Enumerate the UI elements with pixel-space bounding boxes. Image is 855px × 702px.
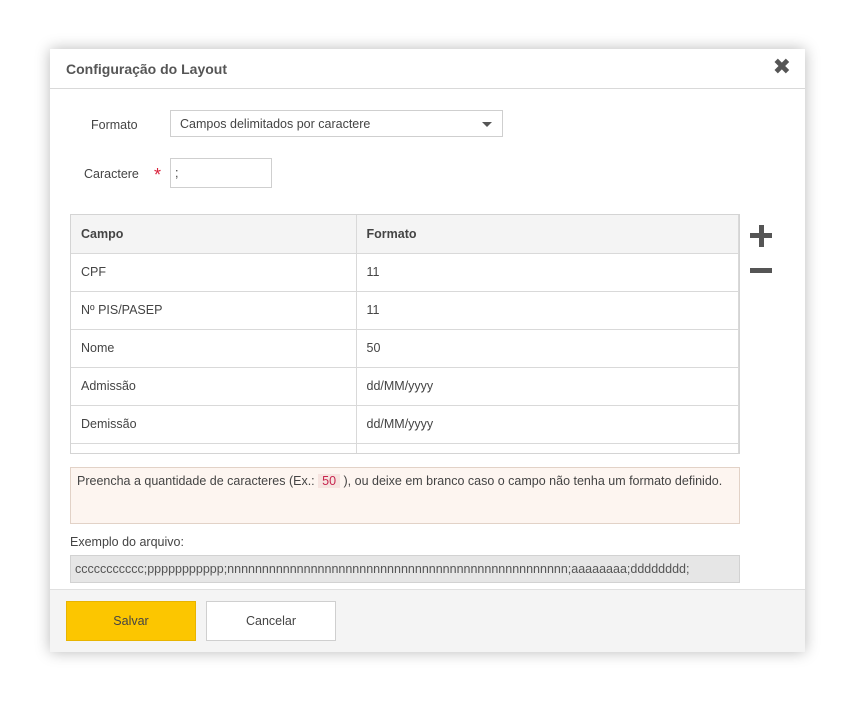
close-icon[interactable]: ✖ xyxy=(773,55,791,79)
format-label: Formato xyxy=(91,118,138,132)
cell-campo[interactable]: CPF xyxy=(71,253,357,292)
hint-text-before: Preencha a quantidade de caracteres (Ex.… xyxy=(77,474,319,488)
dialog-header: Configuração do Layout ✖ xyxy=(50,49,805,89)
cancel-button[interactable]: Cancelar xyxy=(206,601,336,641)
column-header-campo: Campo xyxy=(71,215,357,254)
example-label: Exemplo do arquivo: xyxy=(70,535,184,549)
dialog-title: Configuração do Layout xyxy=(66,61,227,77)
table-row[interactable]: Nome 50 xyxy=(71,329,739,368)
required-asterisk: * xyxy=(154,165,162,185)
format-hint: Preencha a quantidade de caracteres (Ex.… xyxy=(70,467,740,524)
cell-formato[interactable]: dd/MM/yyyy xyxy=(356,367,739,406)
column-header-formato: Formato xyxy=(356,215,739,254)
cell-formato[interactable]: dd/MM/yyyy xyxy=(356,405,739,444)
format-select-value: Campos delimitados por caractere xyxy=(180,117,371,131)
char-input[interactable] xyxy=(170,158,272,188)
fields-table: Campo Formato CPF 11 Nº PIS/PASEP 11 Nom… xyxy=(70,214,740,454)
format-select[interactable]: Campos delimitados por caractere xyxy=(170,110,503,137)
table-row[interactable] xyxy=(71,443,739,453)
cell-formato[interactable]: 11 xyxy=(356,291,739,330)
char-label: Caractere xyxy=(84,167,139,181)
minus-icon[interactable] xyxy=(750,268,772,273)
cell-campo[interactable]: Admissão xyxy=(71,367,357,406)
table-row[interactable]: Nº PIS/PASEP 11 xyxy=(71,291,739,330)
cell-campo[interactable]: Nome xyxy=(71,329,357,368)
cell-campo[interactable]: Nº PIS/PASEP xyxy=(71,291,357,330)
hint-text-after: ), ou deixe em branco caso o campo não t… xyxy=(340,474,723,488)
table-row[interactable]: Admissão dd/MM/yyyy xyxy=(71,367,739,406)
cell-formato[interactable]: 11 xyxy=(356,253,739,292)
chevron-down-icon xyxy=(482,122,492,127)
layout-config-dialog: Configuração do Layout ✖ Formato Campos … xyxy=(50,49,805,652)
table-row[interactable]: CPF 11 xyxy=(71,253,739,292)
example-field: ccccccccccc;ppppppppppp;nnnnnnnnnnnnnnnn… xyxy=(70,555,740,583)
cell-campo[interactable] xyxy=(71,443,357,453)
save-button[interactable]: Salvar xyxy=(66,601,196,641)
table-header-row: Campo Formato xyxy=(71,215,739,254)
hint-code: 50 xyxy=(318,474,341,488)
cell-campo[interactable]: Demissão xyxy=(71,405,357,444)
table-row[interactable]: Demissão dd/MM/yyyy xyxy=(71,405,739,444)
cell-formato[interactable]: 50 xyxy=(356,329,739,368)
plus-icon[interactable] xyxy=(750,225,772,247)
cell-formato[interactable] xyxy=(356,443,739,453)
dialog-footer: Salvar Cancelar xyxy=(50,589,805,652)
